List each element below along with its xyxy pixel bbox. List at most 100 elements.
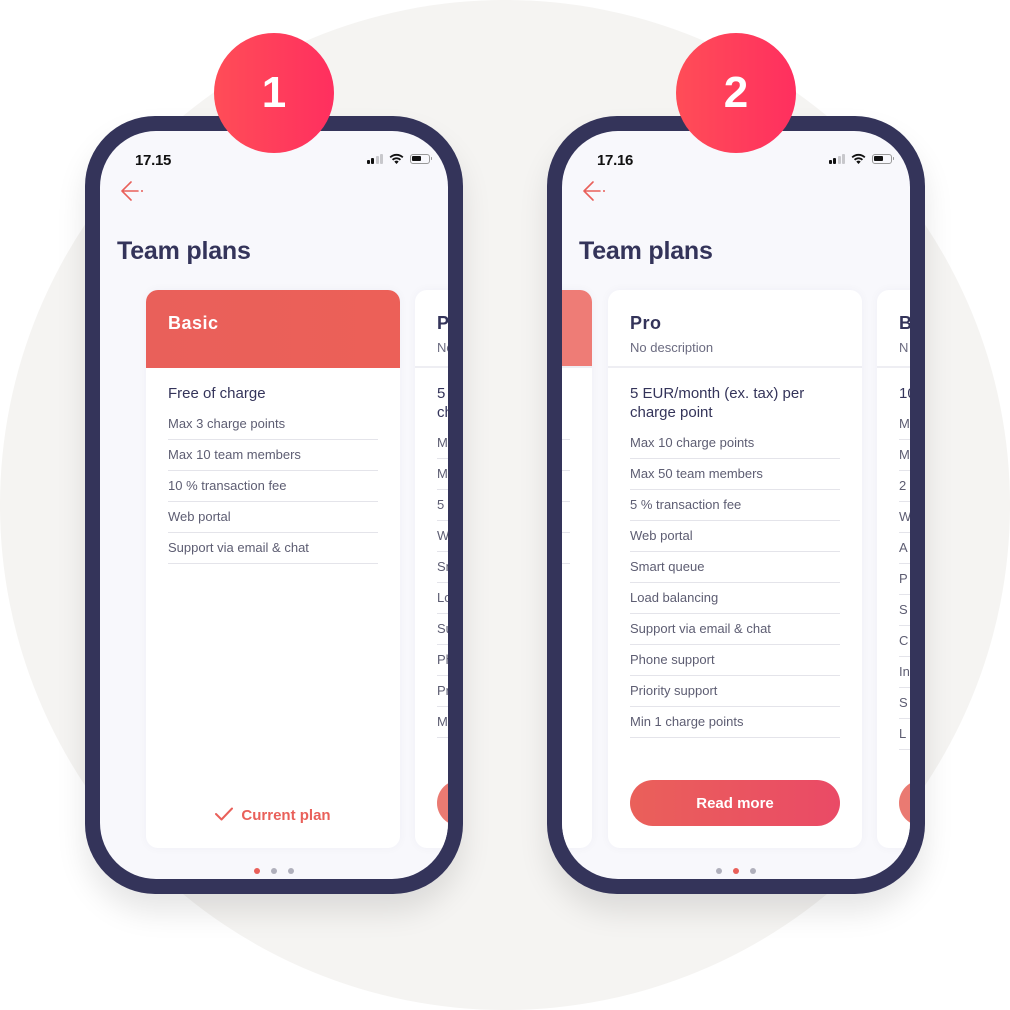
wifi-icon: [851, 153, 866, 164]
status-time: 17.15: [135, 152, 172, 169]
feature-item: Web portal: [168, 502, 378, 533]
plan-card-body: 5 EUR/month (ex. tax) per charge point M…: [608, 368, 862, 738]
read-more-button-peek[interactable]: [899, 780, 910, 826]
pagination-dot[interactable]: [716, 868, 722, 874]
feature-item: 2: [899, 471, 910, 502]
step-badge-1: 1: [214, 33, 334, 153]
signal-icon: [366, 153, 383, 164]
page-title: Team plans: [579, 237, 713, 265]
feature-item: [562, 440, 570, 471]
pagination-dot[interactable]: [733, 868, 739, 874]
feature-item: [562, 533, 570, 564]
plan-card-pro[interactable]: Pro No description 5 EUR/month (ex. tax)…: [608, 290, 862, 848]
feature-item: 10 % transaction fee: [168, 471, 378, 502]
feature-item: Max 3 charge points: [168, 409, 378, 440]
plan-price: 10 c: [899, 385, 910, 402]
feature-item: Support via email & chat: [168, 533, 378, 564]
current-plan-text: Current plan: [241, 807, 331, 824]
pagination-dot[interactable]: [254, 868, 260, 874]
status-time: 17.16: [597, 152, 634, 169]
feature-item: [562, 471, 570, 502]
status-icons: [828, 153, 894, 164]
plan-description: No description: [630, 340, 714, 355]
plan-name: B: [899, 313, 910, 333]
feature-item: Max 50 team members: [437, 459, 448, 490]
page-title: Team plans: [117, 237, 251, 265]
read-more-button[interactable]: Read more: [630, 780, 840, 826]
pagination-dots: [100, 868, 448, 874]
pagination-dots: [562, 868, 910, 874]
feature-item: Priority support: [630, 676, 840, 707]
feature-item: Load balancing: [437, 583, 448, 614]
plan-card-next-peek[interactable]: B N 10 c M M 2 W A P S C In S L: [877, 290, 910, 848]
status-icons: [366, 153, 432, 164]
signal-icon: [828, 153, 845, 164]
feature-item: 5 % transaction fee: [630, 490, 840, 521]
feature-item: Web portal: [630, 521, 840, 552]
back-arrow-icon[interactable]: [118, 179, 146, 203]
feature-item: Priority support: [437, 676, 448, 707]
feature-item: Max 10 charge points: [437, 428, 448, 459]
feature-item: M: [899, 409, 910, 440]
pagination-dot[interactable]: [288, 868, 294, 874]
pagination-dot[interactable]: [271, 868, 277, 874]
feature-item: Smart queue: [437, 552, 448, 583]
plan-name: Basic: [168, 313, 219, 333]
feature-item: L: [899, 719, 910, 750]
phone-screen: 17.15 Team plans Basic Free of charge Ma: [100, 131, 448, 879]
plan-name: Pro: [630, 313, 662, 333]
feature-item: In: [899, 657, 910, 688]
plan-card-body: [562, 368, 592, 564]
feature-item: P: [899, 564, 910, 595]
feature-item: Smart queue: [630, 552, 840, 583]
step-badge-2: 2: [676, 33, 796, 153]
feature-item: S: [899, 595, 910, 626]
pagination-dot[interactable]: [750, 868, 756, 874]
phone-step-2: 17.16 Team plans Pro No description 5 EU…: [547, 116, 925, 894]
plan-card-body: 5 EUR/month (ex. tax) per charge point M…: [415, 368, 448, 738]
plan-card-basic-peek[interactable]: [562, 290, 592, 848]
feature-item: Support via email & chat: [437, 614, 448, 645]
plan-card-header: [562, 290, 592, 368]
feature-item: Web portal: [437, 521, 448, 552]
plan-price: Free of charge: [168, 385, 266, 402]
plan-price: 5 EUR/month (ex. tax) per charge point: [437, 385, 448, 421]
current-plan-label: Current plan: [146, 807, 400, 824]
feature-item: S: [899, 688, 910, 719]
plan-name: Pro: [437, 313, 448, 333]
feature-item: Load balancing: [630, 583, 840, 614]
plan-card-header: B N: [877, 290, 910, 368]
plan-card-body: Free of charge Max 3 charge points Max 1…: [146, 368, 400, 564]
feature-item: M: [899, 440, 910, 471]
feature-item: Max 50 team members: [630, 459, 840, 490]
feature-item: 5 % transaction fee: [437, 490, 448, 521]
phone-step-1: 17.15 Team plans Basic Free of charge Ma: [85, 116, 463, 894]
back-arrow-icon[interactable]: [580, 179, 608, 203]
plan-price: 5 EUR/month (ex. tax) per charge point: [630, 385, 805, 421]
feature-item: Support via email & chat: [630, 614, 840, 645]
feature-item: C: [899, 626, 910, 657]
wifi-icon: [389, 153, 404, 164]
read-more-button-peek[interactable]: [437, 780, 448, 826]
plan-description: No description: [437, 340, 448, 355]
battery-icon: [872, 153, 894, 164]
plan-card-basic[interactable]: Basic Free of charge Max 3 charge points…: [146, 290, 400, 848]
plan-card-header: Pro No description: [608, 290, 862, 368]
feature-item: A: [899, 533, 910, 564]
plan-card-body: 10 c M M 2 W A P S C In S L: [877, 368, 910, 750]
plan-card-header: Pro No description: [415, 290, 448, 368]
feature-item: W: [899, 502, 910, 533]
plan-card-pro-peek[interactable]: Pro No description 5 EUR/month (ex. tax)…: [415, 290, 448, 848]
feature-item: [562, 409, 570, 440]
feature-item: Max 10 charge points: [630, 428, 840, 459]
feature-item: Min 1 charge points: [630, 707, 840, 738]
feature-item: Max 10 team members: [168, 440, 378, 471]
check-icon: [215, 807, 234, 821]
plan-card-header: Basic: [146, 290, 400, 368]
feature-item: Min 1 charge points: [437, 707, 448, 738]
phone-screen: 17.16 Team plans Pro No description 5 EU…: [562, 131, 910, 879]
feature-item: Phone support: [437, 645, 448, 676]
plan-description: N: [899, 340, 909, 355]
feature-item: [562, 502, 570, 533]
battery-icon: [410, 153, 432, 164]
